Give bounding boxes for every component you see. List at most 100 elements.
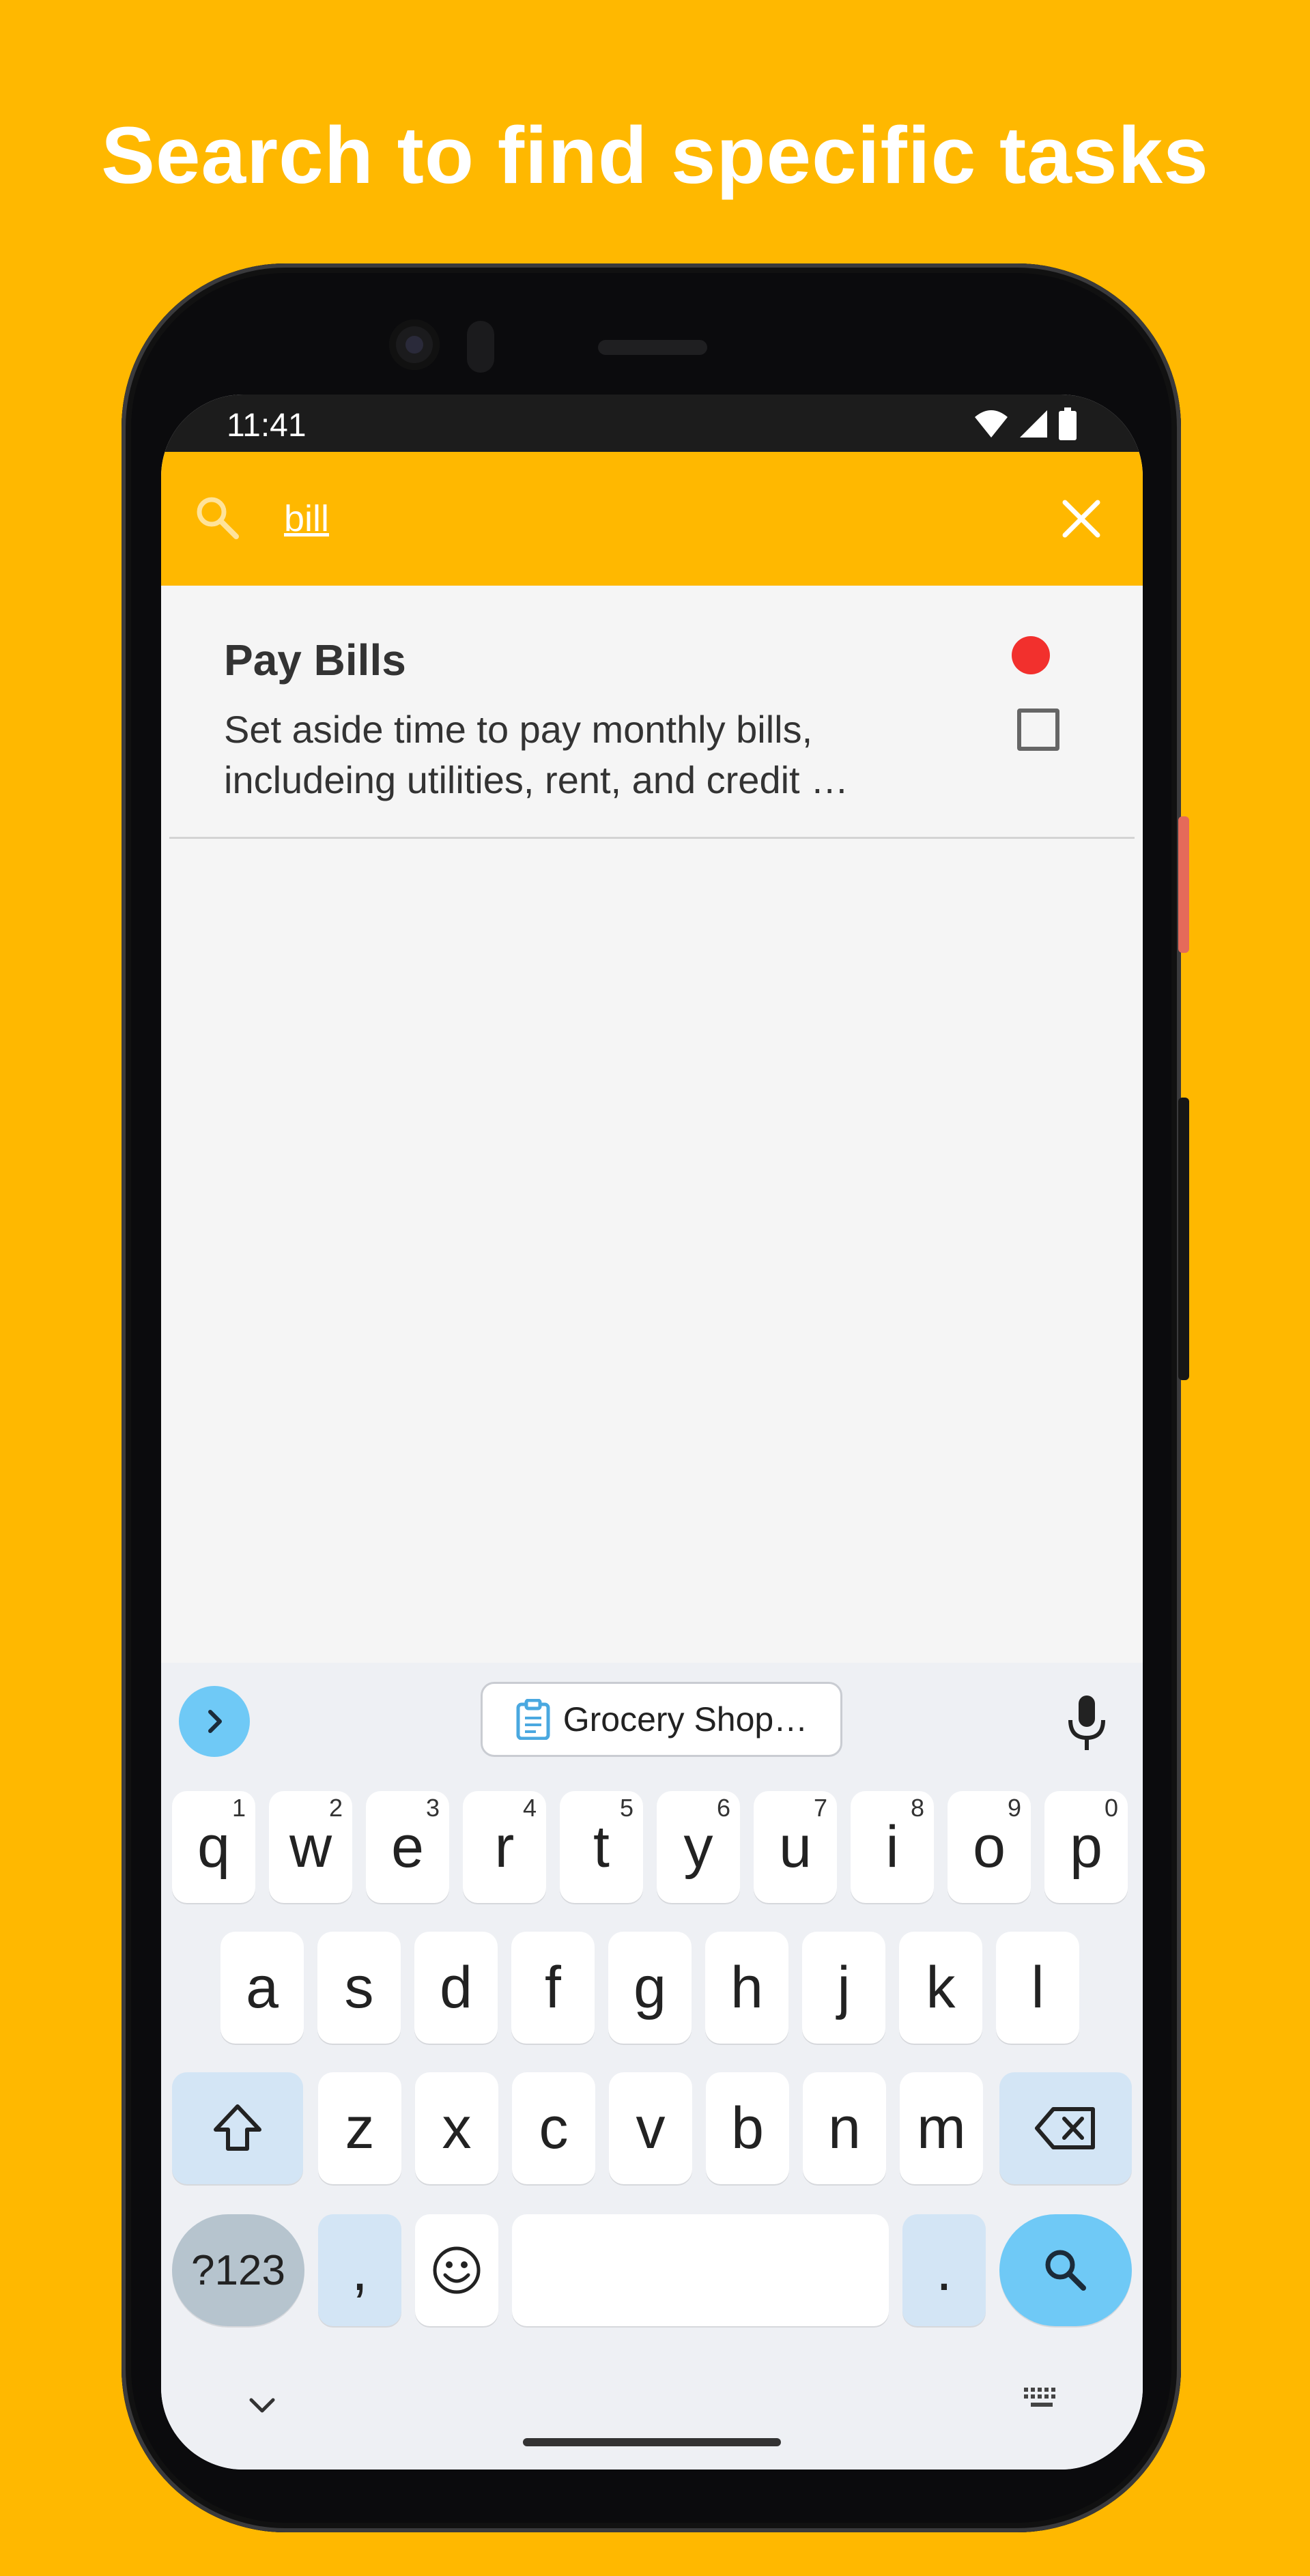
hide-keyboard-icon[interactable] [242,2385,283,2426]
key-number-hint: 8 [910,1794,924,1822]
key-number-hint: 4 [522,1794,537,1822]
key-label: r [494,1814,515,1880]
task-description: Set aside time to pay monthly bills, inc… [224,704,934,805]
key-label: p [1070,1814,1102,1880]
key-k[interactable]: k [899,1932,982,2044]
key-number-hint: 7 [813,1794,827,1822]
key-label: f [545,1954,561,2020]
key-label: a [246,1954,279,2020]
task-title: Pay Bills [224,635,406,685]
key-x[interactable]: x [415,2072,498,2184]
key-label: v [636,2095,666,2161]
key-label: t [593,1814,610,1880]
key-number-hint: 9 [1007,1794,1021,1822]
key-v[interactable]: v [609,2072,692,2184]
key-label: m [917,2095,966,2161]
chevron-right-icon [208,1710,222,1733]
key-label: u [779,1814,812,1880]
side-button-volume [1178,1098,1189,1380]
key-label: z [345,2095,375,2161]
key-e[interactable]: e3 [366,1791,449,1903]
emoji-key[interactable] [415,2214,498,2326]
key-number-hint: 6 [716,1794,730,1822]
key-w[interactable]: w2 [269,1791,352,1903]
key-m[interactable]: m [900,2072,983,2184]
key-label: h [730,1954,763,2020]
key-a[interactable]: a [220,1932,304,2044]
gesture-navigation-pill[interactable] [523,2438,781,2446]
key-p[interactable]: p0 [1044,1791,1128,1903]
key-o[interactable]: o9 [948,1791,1031,1903]
microphone-icon[interactable] [1059,1691,1114,1753]
task-checkbox[interactable] [1017,709,1059,751]
task-description-line: includeing utilities, rent, and credit … [224,758,849,801]
key-f[interactable]: f [511,1932,595,2044]
clipboard-suggestion-chip[interactable]: Grocery Shop… [481,1682,842,1757]
front-camera [389,319,440,370]
key-number-hint: 2 [328,1794,343,1822]
key-s[interactable]: s [317,1932,401,2044]
key-q[interactable]: q1 [172,1791,255,1903]
status-icons [973,407,1077,441]
key-label: o [973,1814,1006,1880]
task-item[interactable]: Pay Bills Set aside time to pay monthly … [169,586,1135,839]
clipboard-suggestion-label: Grocery Shop… [563,1700,808,1738]
battery-icon [1059,407,1077,440]
key-label: s [344,1954,374,2020]
comma-key[interactable]: , [318,2214,401,2326]
key-j[interactable]: j [802,1932,885,2044]
search-icon[interactable] [193,493,242,542]
key-n[interactable]: n [803,2072,886,2184]
phone-screen: 11:41 bill Pay Bills Set aside time to p… [161,395,1143,2470]
earpiece-speaker [598,340,707,355]
period-key[interactable]: . [902,2214,986,2326]
key-number-hint: 3 [425,1794,440,1822]
key-b[interactable]: b [706,2072,789,2184]
key-g[interactable]: g [608,1932,692,2044]
key-y[interactable]: y6 [657,1791,740,1903]
key-l[interactable]: l [996,1932,1079,2044]
search-action-key[interactable] [999,2214,1132,2326]
key-label: w [289,1814,332,1880]
key-label: c [539,2095,569,2161]
key-label: e [391,1814,424,1880]
keyboard-expand-button[interactable] [179,1686,250,1757]
side-button-power [1178,816,1189,953]
search-input[interactable]: bill [284,494,967,543]
key-number-hint: 5 [619,1794,633,1822]
emoji-icon [433,2246,481,2294]
task-description-line: Set aside time to pay monthly bills, [224,708,813,751]
key-c[interactable]: c [512,2072,595,2184]
key-label: y [683,1814,713,1880]
clipboard-icon [516,1699,550,1740]
soft-keyboard: Grocery Shop… ?123 , . q 1 w 2 e 3 r 4 t… [161,1663,1143,2470]
close-icon[interactable] [1054,491,1109,546]
key-u[interactable]: u7 [754,1791,837,1903]
status-bar: 11:41 [161,395,1143,452]
key-r[interactable]: r4 [463,1791,546,1903]
wifi-icon [975,410,1008,438]
backspace-key[interactable] [999,2072,1132,2184]
key-h[interactable]: h [705,1932,788,2044]
backspace-icon [1035,2107,1095,2149]
key-label: g [633,1954,666,2020]
signal-icon [1020,410,1047,438]
key-label: n [828,2095,861,2161]
search-bar: bill [161,452,1143,586]
headline: Search to find specific tasks [101,111,1209,201]
key-d[interactable]: d [414,1932,498,2044]
key-i[interactable]: i8 [851,1791,934,1903]
symbols-key[interactable]: ?123 [172,2214,304,2326]
key-label: q [197,1814,230,1880]
shift-icon [214,2104,261,2151]
proximity-sensor [467,321,494,373]
space-key[interactable] [512,2214,889,2326]
shift-key[interactable] [172,2072,303,2184]
key-label: x [442,2095,472,2161]
key-t[interactable]: t5 [560,1791,643,1903]
key-label: l [1031,1954,1044,2020]
key-label: b [731,2095,764,2161]
priority-indicator [1012,636,1050,674]
keyboard-switch-icon[interactable] [1021,2385,1062,2412]
key-z[interactable]: z [318,2072,401,2184]
